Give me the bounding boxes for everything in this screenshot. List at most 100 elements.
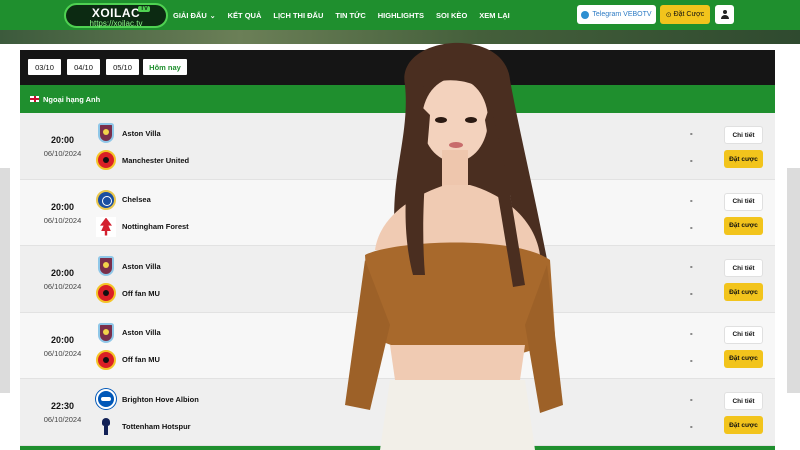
clock-icon: ⊙ — [665, 11, 672, 19]
date-tab[interactable]: 03/10 — [28, 59, 61, 75]
nav-item-soi-keo[interactable]: SOI KÈO — [436, 11, 467, 20]
away-team-name: Manchester United — [122, 155, 190, 165]
match-bet-button[interactable]: Đặt cược — [724, 150, 763, 168]
home-team: Chelsea — [96, 189, 151, 210]
home-score: - — [690, 395, 693, 404]
today-tab[interactable]: Hôm nay — [143, 59, 187, 75]
match-row: 20:00 06/10/2024 Aston Villa Manchester … — [20, 113, 775, 180]
manchester-united-crest-icon — [96, 283, 116, 303]
match-detail-button[interactable]: Chi tiết — [724, 192, 763, 211]
away-score: - — [690, 289, 693, 298]
away-team: Off fan MU — [96, 349, 160, 370]
date-selector: 03/10 04/10 05/10 Hôm nay — [20, 50, 775, 85]
league-name: Ngoại hạng Anh — [43, 94, 101, 104]
logo-badge: TV — [138, 6, 150, 12]
user-icon — [720, 10, 729, 19]
match-row: 20:00 06/10/2024 Aston Villa Off fan MU … — [20, 246, 775, 313]
telegram-icon — [581, 10, 590, 19]
match-detail-button[interactable]: Chi tiết — [724, 126, 763, 144]
away-score: - — [690, 355, 693, 365]
away-score: - — [690, 422, 693, 431]
brighton-crest-icon — [96, 389, 116, 409]
side-ad-left — [0, 168, 10, 393]
nav-item-giai-dau[interactable]: GIẢI ĐẤU ⌄ — [173, 11, 216, 20]
chevron-down-icon: ⌄ — [209, 12, 216, 20]
date-tab[interactable]: 05/10 — [106, 59, 139, 75]
match-date: 06/10/2024 — [43, 149, 82, 158]
bottom-green-strip — [20, 446, 775, 450]
away-score: - — [690, 156, 693, 165]
nav-item-tin-tuc[interactable]: TIN TỨC — [335, 11, 365, 20]
home-team: Aston Villa — [96, 322, 161, 343]
home-team-name: Chelsea — [122, 195, 151, 204]
match-bet-button[interactable]: Đặt cược — [724, 416, 763, 434]
away-team-name: Off fan MU — [122, 288, 160, 298]
manchester-united-crest-icon — [96, 150, 116, 170]
home-team: Brighton Hove Albion — [96, 389, 199, 409]
top-navbar: XOILAC TV https://xoilac.tv GIẢI ĐẤU ⌄ KẾ… — [0, 0, 800, 30]
logo-name: XOILAC — [91, 6, 141, 20]
match-time: 20:00 — [50, 334, 75, 345]
away-score: - — [690, 222, 693, 232]
nottingham-forest-crest-icon — [96, 216, 116, 237]
match-date: 06/10/2024 — [43, 282, 82, 291]
nav-item-ket-qua[interactable]: KẾT QUẢ — [228, 11, 262, 20]
bet-header-button[interactable]: ⊙ Đặt Cược — [660, 5, 710, 24]
match-time: 20:00 — [50, 201, 75, 212]
nav-item-xem-lai[interactable]: XEM LẠI — [479, 11, 509, 20]
match-date: 06/10/2024 — [43, 415, 82, 424]
nav-label: GIẢI ĐẤU — [173, 10, 207, 20]
account-button[interactable] — [715, 5, 734, 24]
away-team-name: Tottenham Hotspur — [122, 421, 191, 431]
side-ad-right — [787, 168, 800, 393]
match-row: 22:30 06/10/2024 Brighton Hove Albion To… — [20, 379, 775, 446]
match-date: 06/10/2024 — [43, 348, 82, 358]
home-score: - — [690, 328, 693, 338]
home-team-name: Aston Villa — [122, 261, 161, 271]
aston-villa-crest-icon — [98, 322, 114, 343]
match-bet-button[interactable]: Đặt cược — [724, 283, 763, 301]
chelsea-crest-icon — [96, 189, 116, 210]
match-row: 20:00 06/10/2024 Chelsea Nottingham Fore… — [20, 179, 775, 246]
match-bet-button[interactable]: Đặt cược — [724, 349, 763, 368]
aston-villa-crest-icon — [98, 123, 114, 143]
away-team: Tottenham Hotspur — [96, 416, 191, 436]
match-row: 20:00 06/10/2024 Aston Villa Off fan MU … — [20, 312, 775, 379]
away-team: Nottingham Forest — [96, 216, 189, 237]
match-time: 22:30 — [50, 401, 75, 411]
nav-item-highlights[interactable]: HIGHLIGHTS — [378, 11, 424, 20]
match-list: 20:00 06/10/2024 Aston Villa Manchester … — [20, 113, 775, 446]
match-bet-button[interactable]: Đặt cược — [724, 216, 763, 235]
match-time: 20:00 — [50, 135, 75, 145]
date-tab[interactable]: 04/10 — [67, 59, 100, 75]
tottenham-crest-icon — [96, 416, 116, 436]
match-detail-button[interactable]: Chi tiết — [724, 325, 763, 344]
manchester-united-crest-icon — [96, 349, 116, 370]
home-team: Aston Villa — [96, 123, 161, 143]
aston-villa-crest-icon — [98, 256, 114, 276]
home-score: - — [690, 129, 693, 138]
telegram-label: Telegram VEBOTV — [592, 11, 652, 18]
site-logo[interactable]: XOILAC TV https://xoilac.tv — [64, 3, 168, 28]
home-team-name: Aston Villa — [122, 328, 161, 337]
home-score: - — [690, 195, 693, 205]
main-nav: GIẢI ĐẤU ⌄ KẾT QUẢ LỊCH THI ĐẤU TIN TỨC H… — [173, 0, 510, 30]
match-date: 06/10/2024 — [43, 215, 82, 225]
away-team: Manchester United — [96, 150, 189, 170]
match-detail-button[interactable]: Chi tiết — [724, 259, 763, 277]
nav-item-lich-thi-dau[interactable]: LỊCH THI ĐẤU — [273, 11, 323, 20]
bet-header-label: Đặt Cược — [673, 11, 705, 18]
logo-url: https://xoilac.tv — [89, 19, 143, 28]
away-team-name: Off fan MU — [122, 355, 160, 364]
home-team-name: Aston Villa — [122, 128, 161, 138]
away-team: Off fan MU — [96, 283, 160, 303]
hero-banner-strip — [0, 30, 800, 44]
telegram-button[interactable]: Telegram VEBOTV — [577, 5, 656, 24]
league-header[interactable]: Ngoại hạng Anh — [20, 85, 775, 113]
home-team: Aston Villa — [96, 256, 161, 276]
home-team-name: Brighton Hove Albion — [122, 394, 199, 404]
home-score: - — [690, 262, 693, 271]
match-time: 20:00 — [50, 268, 75, 278]
england-flag-icon — [30, 96, 39, 102]
match-detail-button[interactable]: Chi tiết — [724, 392, 763, 410]
